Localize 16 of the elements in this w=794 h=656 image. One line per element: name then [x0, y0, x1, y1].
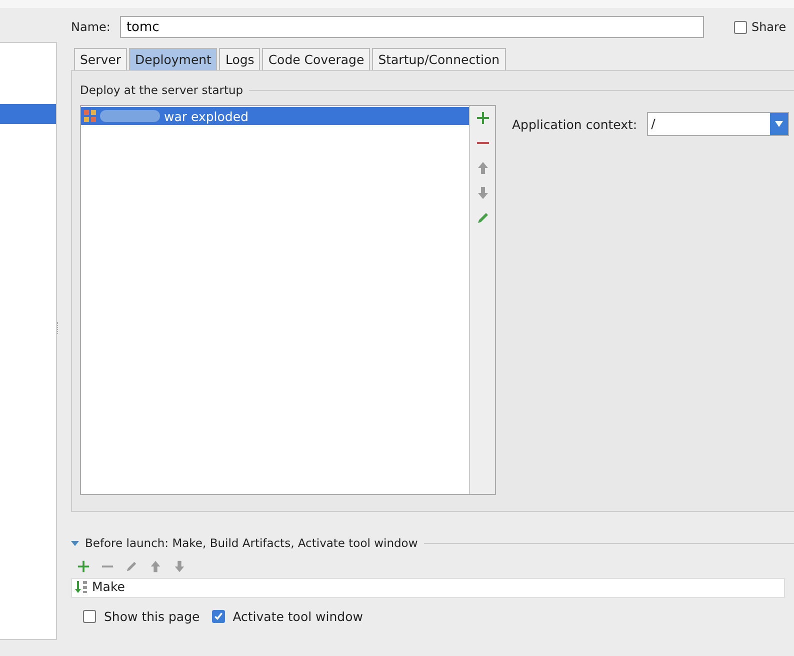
artifact-item[interactable]: war exploded — [81, 107, 469, 125]
tab[interactable]: Logs — [219, 48, 260, 70]
checkbox-label: Show this page — [104, 609, 200, 624]
tab[interactable]: Server — [74, 48, 127, 70]
tab[interactable]: Code Coverage — [262, 48, 370, 70]
context-combobox[interactable]: / — [647, 112, 790, 136]
name-label: Name: — [71, 20, 110, 34]
name-field[interactable]: tomc — [120, 16, 704, 38]
tab[interactable]: Startup/Connection — [372, 48, 506, 70]
share-label: Share — [751, 20, 786, 34]
section-title: Before launch: Make, Build Artifacts, Activate tool window — [85, 536, 418, 550]
context-label: Application context: — [512, 116, 638, 132]
checkbox-label: Activate tool window — [232, 609, 363, 624]
tab[interactable]: Deployment — [129, 48, 218, 70]
section-title: Deploy at the server startup — [80, 83, 244, 97]
task-item[interactable]: Make — [92, 579, 125, 594]
